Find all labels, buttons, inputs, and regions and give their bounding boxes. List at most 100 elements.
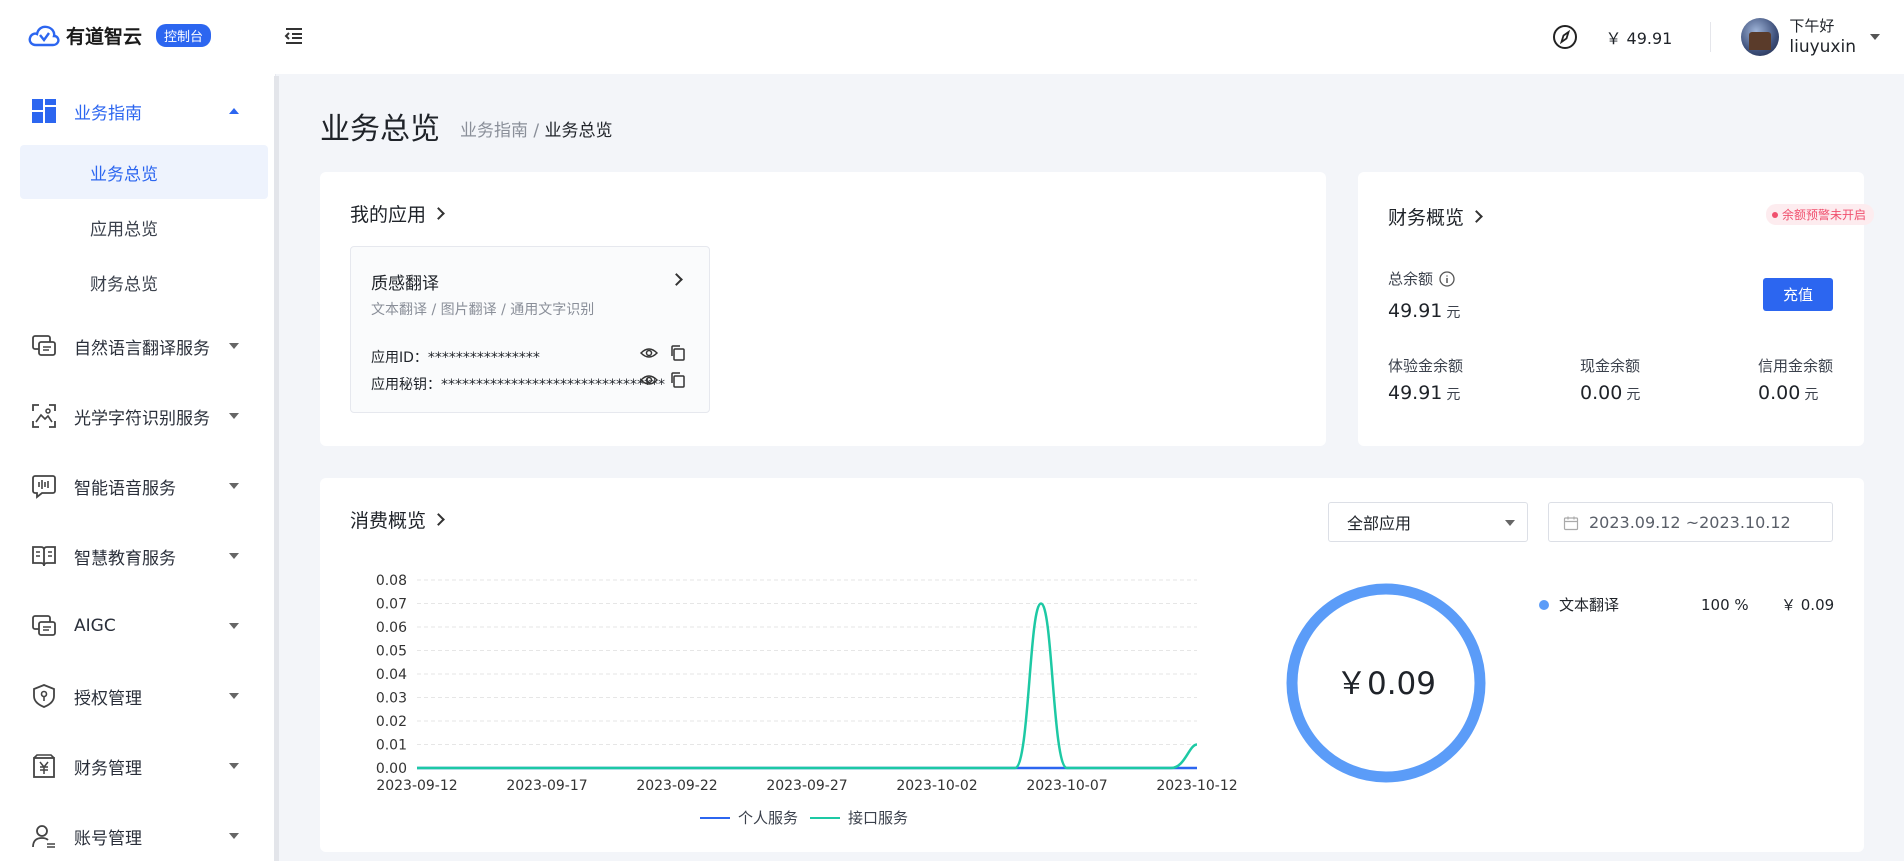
sidebar-scrollbar[interactable] [274,76,279,861]
balance-warning-badge[interactable]: 余额预警未开启 [1765,204,1874,225]
y-tick-label: 0.00 [376,761,407,777]
sidebar-item-guide[interactable]: 业务指南 [0,83,274,139]
chevron-down-icon[interactable] [1870,34,1880,40]
trial-balance-number: 49.91 [1388,382,1443,404]
recharge-button[interactable]: 充值 [1763,278,1833,311]
breadcrumb-separator: / [528,121,545,141]
avatar[interactable] [1741,18,1780,56]
breadcrumb-current: 业务总览 [544,121,613,141]
sidebar-item-ocr[interactable]: 光学字符识别服务 [0,388,274,444]
chevron-down-icon [1505,520,1515,526]
my-apps-title-text: 我的应用 [350,204,427,226]
chevron-down-icon [229,693,239,699]
chevron-down-icon [229,413,239,419]
chevron-right-icon [432,207,445,220]
sidebar-item-education[interactable]: 智慧教育服务 [0,528,274,584]
series-line-api [417,602,1198,770]
consumption-title-text: 消费概览 [350,510,427,532]
consumption-title[interactable]: 消费概览 [350,506,445,533]
date-range-picker[interactable]: 2023.09.12 ~2023.10.12 [1548,502,1833,542]
breakdown-percent: 100 % [1701,595,1749,614]
info-icon[interactable] [1439,270,1455,287]
sidebar-sub-app-overview[interactable]: 应用总览 [20,200,268,254]
collapse-sidebar-button[interactable] [282,24,306,48]
app-description: 文本翻译 / 图片翻译 / 通用文字识别 [371,302,595,318]
legend-personal[interactable]: 个人服务 [700,807,798,828]
page-title: 业务总览 [320,112,440,147]
scan-image-icon [32,404,56,428]
x-tick-label: 2023-09-27 [766,778,847,794]
x-tick-label: 2023-10-07 [1026,778,1107,794]
warning-text: 余额预警未开启 [1781,208,1866,222]
y-tick-label: 0.05 [376,644,407,660]
x-tick-label: 2023-09-22 [636,778,717,794]
sidebar-item-nlp-translation[interactable]: 自然语言翻译服务 [0,318,274,374]
warning-dot [1771,211,1778,218]
translate-chat-icon [32,335,56,356]
chevron-down-icon [229,483,239,489]
breakdown-item-text-translation[interactable]: 文本翻译 100 % ￥ 0.09 [1539,594,1839,615]
cash-balance-label: 现金余额 [1580,357,1641,375]
header-divider [1710,22,1712,52]
trial-balance-label: 体验金余额 [1388,357,1464,375]
breakdown-dot [1539,599,1549,610]
credit-balance-number: 0.00 [1758,382,1801,404]
sidebar-item-account[interactable]: 账号管理 [0,808,274,861]
chevron-down-icon [229,623,239,629]
app-card[interactable]: 质感翻译 文本翻译 / 图片翻译 / 通用文字识别 应用ID：*********… [350,246,710,413]
sidebar-sub-finance-overview[interactable]: 财务总览 [20,255,268,309]
sidebar-item-voice[interactable]: 智能语音服务 [0,458,274,514]
x-tick-label: 2023-09-17 [506,778,587,794]
breakdown-amount: ￥ 0.09 [1781,596,1835,614]
breadcrumb-parent[interactable]: 业务指南 [460,121,528,141]
y-tick-label: 0.01 [376,738,407,754]
chevron-right-icon [1470,210,1483,223]
total-balance-value: 49.91 元 [1388,300,1460,322]
chevron-right-icon[interactable] [670,273,683,286]
my-apps-title[interactable]: 我的应用 [350,200,445,227]
x-tick-label: 2023-09-12 [376,778,457,794]
y-tick-label: 0.08 [376,573,407,589]
breakdown-name: 文本翻译 [1559,596,1620,614]
currency-unit: 元 [1446,305,1461,321]
total-balance-number: 49.91 [1388,300,1443,322]
app-secret-label: 应用秘钥： [371,377,441,393]
sidebar-item-label: 智慧教育服务 [74,548,176,569]
sidebar-item-label: 自然语言翻译服务 [74,338,210,359]
consumption-line-chart: 0.080.070.060.050.040.030.020.010.002023… [376,573,1238,794]
chevron-right-icon [432,513,445,526]
eye-icon[interactable] [640,344,658,362]
book-icon [32,546,56,567]
app-filter-select[interactable]: 全部应用 [1328,502,1528,542]
user-menu[interactable]: 下午好 liuyuxin [1789,16,1856,58]
app-filter-value: 全部应用 [1347,514,1412,533]
finance-title[interactable]: 财务概览 [1388,203,1483,230]
cash-balance-value: 0.00 元 [1580,382,1640,404]
app-name: 质感翻译 [371,274,439,294]
brand-logo[interactable]: 有道智云 控制台 [28,22,212,49]
credit-balance-label: 信用金余额 [1758,357,1834,375]
sidebar-item-finance[interactable]: 财务管理 [0,738,274,794]
sidebar-sub-business-overview[interactable]: 业务总览 [20,145,268,199]
chevron-down-icon [229,343,239,349]
console-badge: 控制台 [156,24,212,47]
total-balance-label-text: 总余额 [1388,270,1434,288]
shield-key-icon [33,684,55,708]
compass-icon[interactable] [1551,23,1579,51]
eye-icon[interactable] [640,371,658,389]
x-tick-label: 2023-10-12 [1156,778,1237,794]
chevron-down-icon [229,553,239,559]
voice-wave-icon [32,475,56,499]
sidebar-item-aigc[interactable]: AIGC [0,598,274,654]
y-tick-label: 0.04 [376,667,407,683]
sidebar-item-label: 授权管理 [74,688,142,709]
app-secret-value: ******************************** [441,377,665,393]
copy-icon[interactable] [669,344,687,362]
menu-fold-icon [284,28,302,44]
sidebar-item-authorization[interactable]: 授权管理 [0,668,274,724]
legend-api[interactable]: 接口服务 [810,807,908,828]
aigc-chat-icon [32,615,56,636]
header-balance[interactable]: ￥ 49.91 [1605,25,1672,49]
copy-icon[interactable] [669,371,687,389]
x-tick-label: 2023-10-02 [896,778,977,794]
